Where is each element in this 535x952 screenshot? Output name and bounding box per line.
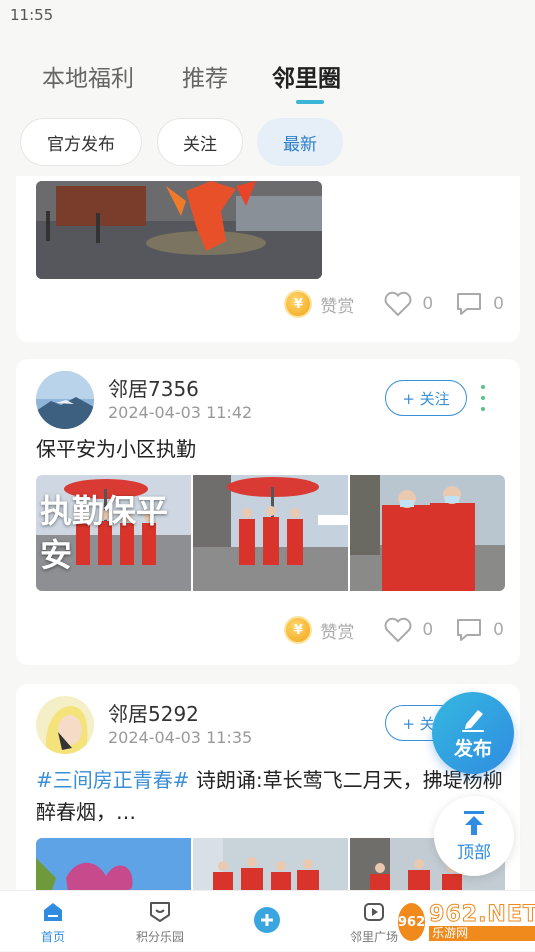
hashtag-link[interactable]: #三间房正青春# [36,768,190,792]
image-overlay-text: 执勤保平安 [40,492,169,574]
status-bar: 11:55 [0,0,535,30]
nav-points[interactable]: 积分乐园 [115,891,205,952]
post-image[interactable] [36,838,191,890]
post-image[interactable] [193,475,348,591]
tab-neighborhood[interactable]: 邻里圈 [272,59,341,93]
follow-button[interactable]: + 关注 [385,380,467,416]
comment-icon[interactable] [455,617,483,643]
filter-chips: 官方发布 关注 最新 [0,118,535,168]
nav-home[interactable]: 首页 [8,891,98,952]
watermark-main-text: 962.NET [429,901,535,927]
nav-home-label: 首页 [40,929,65,944]
post-text: #三间房正青春# 诗朗诵:草长莺飞二月天，拂堤杨柳醉春烟，… [36,764,506,828]
heart-icon[interactable] [384,291,412,317]
post-image[interactable]: 执勤保平安 [36,475,191,591]
like-count: 0 [422,294,434,314]
chip-latest[interactable]: 最新 [257,118,343,166]
post-timestamp: 2024-04-03 11:35 [108,728,253,747]
post-image[interactable] [193,838,348,890]
username[interactable]: 邻居5292 [108,698,199,727]
post-card[interactable]: ¥ 赞赏 0 0 [16,176,520,342]
site-watermark: 962 962.NET 乐游网 [398,900,535,944]
chip-following[interactable]: 关注 [157,118,243,166]
points-icon [150,901,170,922]
nav-create[interactable] [222,891,312,952]
reward-label[interactable]: 赞赏 [320,292,354,317]
status-time: 11:55 [10,6,54,24]
top-tabs: 本地福利 推荐 邻里圈 [0,55,535,105]
post-text: 保平安为小区执勤 [36,437,196,461]
watermark-logo-icon: 962 [398,903,426,941]
tab-local-benefits[interactable]: 本地福利 [42,59,134,93]
post-timestamp: 2024-04-03 11:42 [108,403,253,422]
home-icon [44,902,62,921]
reward-coin-icon[interactable]: ¥ [284,616,313,644]
avatar[interactable] [36,371,94,429]
nav-points-label: 积分乐园 [135,929,184,944]
post-image[interactable] [350,475,505,591]
plus-icon [254,907,280,933]
avatar[interactable] [36,696,94,754]
more-options-icon[interactable] [478,385,488,411]
comment-icon[interactable] [455,291,483,317]
back-to-top-label: 顶部 [457,842,491,863]
post-actions: ¥ 赞赏 0 0 [284,289,504,319]
chip-official[interactable]: 官方发布 [20,118,142,166]
square-icon [364,902,384,921]
post-card[interactable]: 邻居7356 2024-04-03 11:42 + 关注 保平安为小区执勤 执勤… [16,359,520,665]
publish-label: 发布 [453,737,492,760]
active-tab-indicator [296,100,324,104]
nav-square-label: 邻里广场 [349,929,398,944]
post-feed[interactable]: ¥ 赞赏 0 0 邻居7356 2024-04-03 11:42 + 关注 保平… [0,176,535,890]
like-count: 0 [422,620,434,640]
heart-icon[interactable] [384,617,412,643]
tab-recommend[interactable]: 推荐 [182,59,228,93]
comment-count: 0 [493,294,504,314]
post-actions: ¥ 赞赏 0 0 [284,615,504,645]
watermark-sub-text: 乐游网 [429,925,535,941]
reward-label[interactable]: 赞赏 [320,618,354,643]
reward-coin-icon[interactable]: ¥ [284,290,313,318]
post-image[interactable] [36,181,322,279]
back-to-top-button[interactable]: 顶部 [434,796,514,876]
publish-fab-button[interactable]: 发布 [432,692,514,774]
pencil-icon [462,709,484,732]
comment-count: 0 [493,620,504,640]
arrow-up-icon [464,810,484,835]
username[interactable]: 邻居7356 [108,373,199,402]
